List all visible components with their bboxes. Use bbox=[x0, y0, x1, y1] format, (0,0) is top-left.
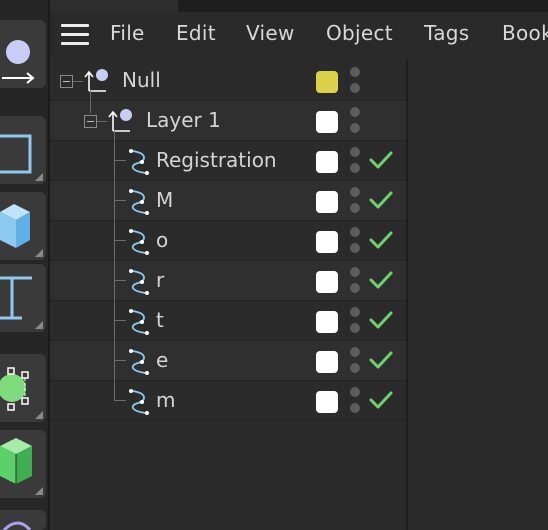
object-manager: Null Layer 1 Registration Mo r t e m bbox=[50, 59, 408, 530]
object-row[interactable]: Registration bbox=[50, 141, 406, 181]
tree-connector bbox=[114, 160, 126, 161]
object-row[interactable]: Null bbox=[50, 61, 406, 101]
tree-connector bbox=[114, 240, 126, 241]
tree-connector bbox=[90, 89, 91, 113]
object-row[interactable]: r bbox=[50, 261, 406, 301]
tree-connector bbox=[114, 129, 115, 401]
visibility-dots[interactable] bbox=[350, 187, 362, 217]
object-name[interactable]: Registration bbox=[156, 148, 277, 172]
layer-color-swatch[interactable] bbox=[316, 111, 338, 133]
layer-color-swatch[interactable] bbox=[316, 71, 338, 93]
object-row[interactable]: o bbox=[50, 221, 406, 261]
checkmark-icon[interactable] bbox=[368, 389, 394, 411]
layer-color-swatch[interactable] bbox=[316, 271, 338, 293]
row-divider bbox=[50, 420, 406, 421]
visibility-dots[interactable] bbox=[350, 67, 362, 97]
checkmark-icon[interactable] bbox=[368, 269, 394, 291]
object-name[interactable]: r bbox=[156, 268, 164, 292]
menu-file[interactable]: File bbox=[110, 21, 145, 45]
object-row[interactable]: Layer 1 bbox=[50, 101, 406, 141]
layer-color-swatch[interactable] bbox=[316, 391, 338, 413]
null-object-tool[interactable] bbox=[0, 20, 46, 88]
menu-bar: File Edit View Object Tags Book bbox=[50, 12, 548, 59]
spline-pen-tool[interactable] bbox=[0, 510, 46, 530]
layer-color-swatch[interactable] bbox=[316, 151, 338, 173]
submenu-corner-indicator bbox=[35, 249, 43, 257]
object-name[interactable]: o bbox=[156, 228, 168, 252]
spline-icon bbox=[129, 269, 149, 295]
object-name[interactable]: M bbox=[156, 188, 173, 212]
object-name[interactable]: e bbox=[156, 348, 168, 372]
visibility-dots[interactable] bbox=[350, 107, 362, 137]
tree-connector bbox=[114, 360, 126, 361]
object-row[interactable]: t bbox=[50, 301, 406, 341]
object-row[interactable]: m bbox=[50, 381, 406, 421]
text-tool[interactable] bbox=[0, 264, 46, 332]
tree-connector bbox=[114, 280, 126, 281]
tree-connector bbox=[114, 400, 126, 401]
menu-edit[interactable]: Edit bbox=[176, 21, 216, 45]
generator-tool[interactable] bbox=[0, 430, 46, 498]
checkmark-icon[interactable] bbox=[368, 309, 394, 331]
submenu-corner-indicator bbox=[35, 173, 43, 181]
null-object-icon bbox=[2, 40, 35, 84]
visibility-dots[interactable] bbox=[350, 307, 362, 337]
visibility-dots[interactable] bbox=[350, 387, 362, 417]
submenu-corner-indicator bbox=[35, 411, 43, 419]
fold-toggle-icon[interactable] bbox=[60, 75, 73, 88]
object-row[interactable]: e bbox=[50, 341, 406, 381]
hamburger-menu-icon[interactable] bbox=[60, 23, 90, 47]
menu-view[interactable]: View bbox=[246, 21, 295, 45]
menu-object[interactable]: Object bbox=[326, 21, 393, 45]
spline-icon bbox=[129, 149, 149, 175]
object-manager-tab[interactable] bbox=[50, 0, 178, 12]
tree-connector bbox=[73, 81, 83, 82]
tree-connector bbox=[97, 121, 107, 122]
tree-connector bbox=[114, 320, 126, 321]
rectangle-spline-tool[interactable] bbox=[0, 116, 46, 184]
cube-tool[interactable] bbox=[0, 192, 46, 260]
spline-icon bbox=[129, 349, 149, 375]
layer-color-swatch[interactable] bbox=[316, 311, 338, 333]
visibility-dots[interactable] bbox=[350, 227, 362, 257]
spline-icon bbox=[129, 389, 149, 415]
spline-icon bbox=[129, 229, 149, 255]
deformer-tool[interactable] bbox=[0, 354, 46, 422]
null-object-icon bbox=[84, 69, 108, 92]
layer-color-swatch[interactable] bbox=[316, 191, 338, 213]
checkmark-icon[interactable] bbox=[368, 189, 394, 211]
object-name[interactable]: Null bbox=[122, 68, 161, 92]
tool-palette bbox=[0, 0, 50, 530]
visibility-dots[interactable] bbox=[350, 147, 362, 177]
spline-icon bbox=[129, 189, 149, 215]
menu-tags[interactable]: Tags bbox=[424, 21, 469, 45]
object-name[interactable]: Layer 1 bbox=[146, 108, 221, 132]
right-panel bbox=[408, 59, 548, 530]
submenu-corner-indicator bbox=[35, 321, 43, 329]
fold-toggle-icon[interactable] bbox=[84, 115, 97, 128]
pen-icon bbox=[2, 521, 32, 530]
menu-bookmarks[interactable]: Book bbox=[502, 21, 548, 45]
layer-color-swatch[interactable] bbox=[316, 231, 338, 253]
submenu-corner-indicator bbox=[35, 487, 43, 495]
checkmark-icon[interactable] bbox=[368, 349, 394, 371]
object-name[interactable]: t bbox=[156, 308, 164, 332]
object-row[interactable]: M bbox=[50, 181, 406, 221]
visibility-dots[interactable] bbox=[350, 267, 362, 297]
window-tab-strip bbox=[50, 0, 548, 12]
layer-color-swatch[interactable] bbox=[316, 351, 338, 373]
visibility-dots[interactable] bbox=[350, 347, 362, 377]
object-name[interactable]: m bbox=[156, 388, 175, 412]
null-object-icon bbox=[108, 109, 132, 132]
checkmark-icon[interactable] bbox=[368, 229, 394, 251]
tree-connector bbox=[114, 200, 126, 201]
checkmark-icon[interactable] bbox=[368, 149, 394, 171]
spline-icon bbox=[129, 309, 149, 335]
